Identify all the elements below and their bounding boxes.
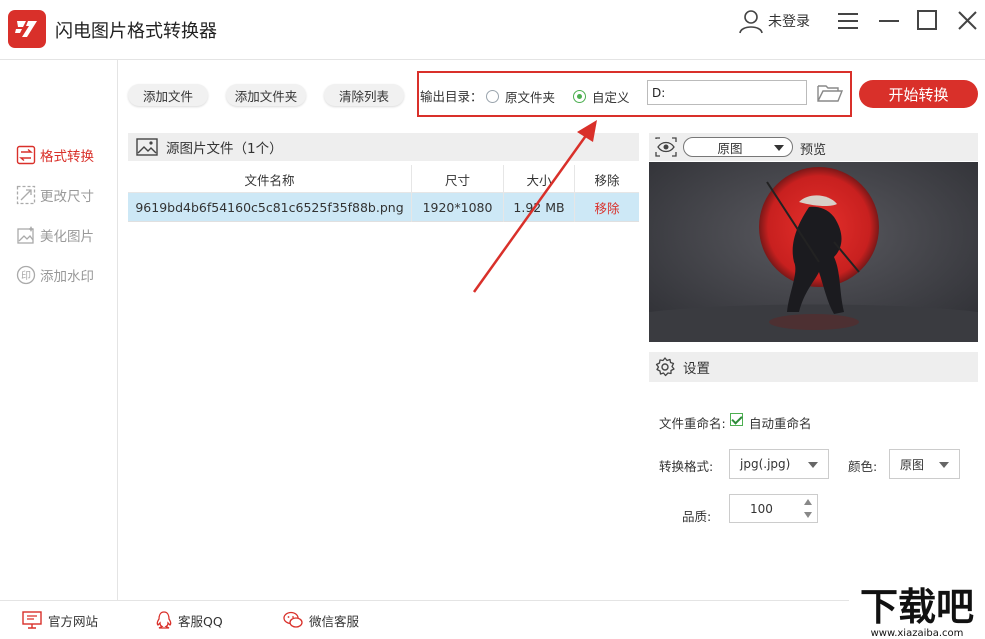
beautify-icon bbox=[17, 226, 34, 244]
file-table-header: 文件名称 尺寸 大小 移除 bbox=[128, 165, 639, 193]
preview-image bbox=[649, 162, 978, 342]
user-icon bbox=[739, 10, 763, 34]
qq-service-label: 客服QQ bbox=[178, 613, 223, 629]
wechat-service-label: 微信客服 bbox=[309, 613, 360, 629]
preview-header: 原图 预览 bbox=[649, 133, 978, 161]
watermark-icon: 印 bbox=[16, 265, 36, 285]
radio-label: 自定义 bbox=[592, 90, 630, 105]
radio-custom-folder[interactable]: 自定义 bbox=[573, 87, 630, 106]
rename-label: 文件重命名: bbox=[659, 416, 726, 431]
output-directory-label: 输出目录： bbox=[420, 89, 483, 104]
site-watermark-logo: 下载吧 www.xiazaiba.com bbox=[849, 580, 985, 639]
source-files-title: 源图片文件（1个） bbox=[166, 141, 283, 157]
minimize-icon[interactable] bbox=[877, 8, 903, 34]
format-label: 转换格式: bbox=[659, 459, 714, 474]
convert-icon bbox=[16, 145, 36, 165]
footer: 官方网站 客服QQ 微信客服 bbox=[0, 600, 985, 639]
column-header-filesize: 大小 bbox=[504, 165, 575, 193]
sidebar-item-label: 美化图片 bbox=[40, 229, 94, 245]
official-website-link[interactable]: 官方网站 bbox=[22, 610, 98, 630]
color-label: 颜色: bbox=[848, 459, 878, 474]
preview-label: 预览 bbox=[800, 143, 827, 158]
add-file-button[interactable]: 添加文件 bbox=[128, 84, 208, 106]
login-button[interactable]: 未登录 bbox=[738, 8, 810, 34]
preview-mode-select[interactable]: 原图 bbox=[683, 137, 793, 157]
close-icon[interactable] bbox=[955, 8, 981, 34]
sidebar-item-convert[interactable]: 格式转换 bbox=[16, 144, 94, 166]
column-header-remove: 移除 bbox=[594, 172, 620, 188]
watermark-text: 下载吧 bbox=[860, 585, 974, 629]
increment-arrow-icon[interactable] bbox=[804, 499, 812, 505]
gear-icon bbox=[655, 357, 675, 377]
format-select[interactable]: jpg(.jpg) bbox=[729, 449, 829, 479]
auto-rename-checkbox[interactable] bbox=[730, 413, 743, 426]
radio-original-folder[interactable]: 原文件夹 bbox=[486, 87, 555, 106]
preview-mode-value: 原图 bbox=[717, 140, 743, 156]
qq-service-link[interactable]: 客服QQ bbox=[156, 610, 223, 630]
qq-icon bbox=[156, 611, 172, 629]
radio-button-selected[interactable] bbox=[573, 90, 586, 103]
settings-header: 设置 bbox=[649, 352, 978, 382]
sidebar-item-label: 添加水印 bbox=[40, 269, 94, 285]
app-logo-icon bbox=[8, 10, 46, 48]
format-value: jpg(.jpg) bbox=[740, 457, 791, 471]
radio-label: 原文件夹 bbox=[505, 90, 556, 105]
quality-stepper[interactable]: 100 bbox=[729, 494, 818, 523]
color-value: 原图 bbox=[900, 457, 925, 472]
monitor-icon bbox=[22, 611, 42, 629]
source-files-header: 源图片文件（1个） bbox=[128, 133, 639, 161]
sidebar-item-label: 格式转换 bbox=[40, 149, 94, 165]
clear-list-button[interactable]: 清除列表 bbox=[324, 84, 404, 106]
chevron-down-icon bbox=[774, 145, 784, 151]
quality-label: 品质: bbox=[682, 509, 712, 524]
wechat-service-link[interactable]: 微信客服 bbox=[283, 610, 359, 630]
output-path-input[interactable] bbox=[647, 80, 807, 105]
column-header-name: 文件名称 bbox=[128, 165, 412, 193]
add-folder-button[interactable]: 添加文件夹 bbox=[226, 84, 306, 106]
auto-rename-label: 自动重命名 bbox=[749, 416, 812, 431]
sidebar-item-label: 更改尺寸 bbox=[40, 189, 94, 205]
file-size-cell: 1.92 MB bbox=[504, 193, 575, 222]
resize-icon bbox=[16, 185, 36, 205]
file-name-cell: 9619bd4b6f54160c5c81c6525f35f88b.png bbox=[128, 193, 412, 222]
radio-button[interactable] bbox=[486, 90, 499, 103]
color-select[interactable]: 原图 bbox=[889, 449, 960, 479]
remove-file-link[interactable]: 移除 bbox=[575, 193, 639, 222]
wechat-icon bbox=[283, 611, 303, 628]
eye-icon bbox=[655, 137, 677, 157]
file-dimensions-cell: 1920*1080 bbox=[412, 193, 504, 222]
start-convert-button[interactable]: 开始转换 bbox=[859, 80, 978, 108]
sidebar: 格式转换 更改尺寸 美化图片 印 添加水印 bbox=[0, 60, 118, 600]
title-bar: 闪电图片格式转换器 未登录 bbox=[0, 0, 985, 60]
quality-value: 100 bbox=[750, 501, 773, 516]
column-header-size: 尺寸 bbox=[412, 165, 504, 193]
table-row[interactable]: 9619bd4b6f54160c5c81c6525f35f88b.png 192… bbox=[128, 193, 639, 222]
folder-open-icon[interactable] bbox=[816, 82, 844, 104]
maximize-icon[interactable] bbox=[915, 8, 941, 34]
svg-text:印: 印 bbox=[21, 270, 31, 282]
sidebar-item-watermark[interactable]: 印 添加水印 bbox=[16, 264, 94, 286]
official-website-label: 官方网站 bbox=[48, 613, 99, 629]
app-title: 闪电图片格式转换器 bbox=[55, 21, 217, 42]
sidebar-item-beautify[interactable]: 美化图片 bbox=[16, 224, 94, 246]
image-icon bbox=[136, 138, 158, 156]
settings-title: 设置 bbox=[683, 361, 710, 377]
menu-icon[interactable] bbox=[836, 8, 862, 34]
watermark-url: www.xiazaiba.com bbox=[871, 628, 964, 639]
chevron-down-icon bbox=[939, 462, 949, 468]
login-status: 未登录 bbox=[768, 14, 810, 30]
sidebar-item-resize[interactable]: 更改尺寸 bbox=[16, 184, 94, 206]
chevron-down-icon bbox=[808, 462, 818, 468]
decrement-arrow-icon[interactable] bbox=[804, 512, 812, 518]
